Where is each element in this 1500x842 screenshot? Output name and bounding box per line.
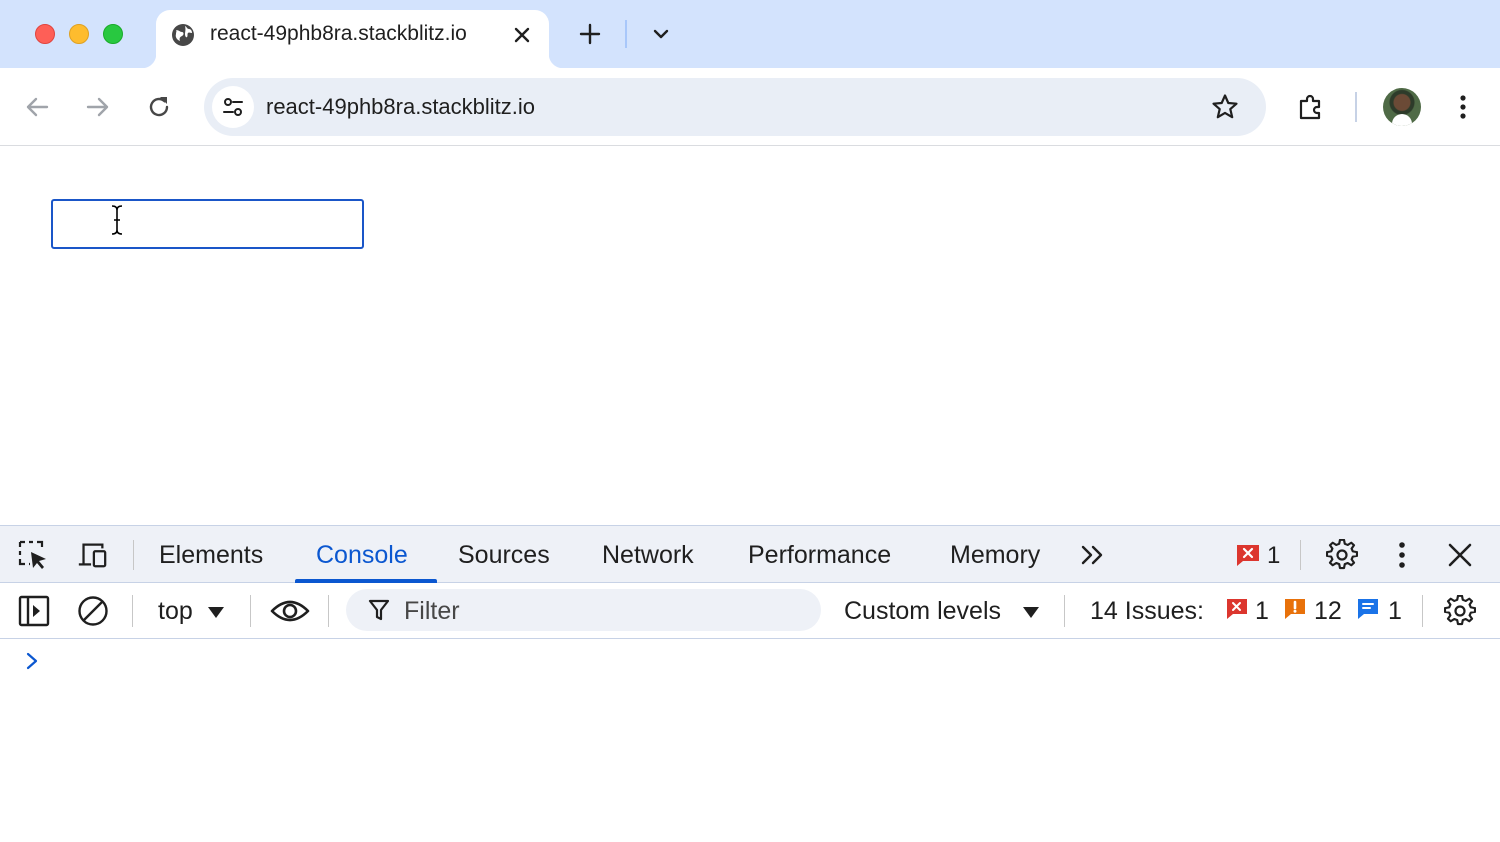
tab-sources[interactable]: Sources bbox=[458, 541, 550, 570]
tab-strip: react-49phb8ra.stackblitz.io bbox=[0, 0, 1500, 68]
issue-warning-count[interactable]: 12 bbox=[1314, 597, 1342, 626]
console-filter-input[interactable]: Filter bbox=[346, 589, 821, 631]
profile-avatar[interactable] bbox=[1383, 88, 1421, 126]
forward-arrow-icon[interactable] bbox=[83, 92, 113, 122]
error-badge-icon[interactable] bbox=[1234, 541, 1262, 569]
clear-console-icon[interactable] bbox=[77, 595, 109, 627]
browser-tab-active[interactable]: react-49phb8ra.stackblitz.io bbox=[142, 10, 563, 68]
close-devtools-icon[interactable] bbox=[1444, 539, 1476, 571]
issue-info-count[interactable]: 1 bbox=[1388, 597, 1402, 626]
issue-error-icon[interactable] bbox=[1225, 597, 1249, 621]
close-icon[interactable] bbox=[510, 23, 534, 47]
execution-context-selector[interactable]: top bbox=[158, 597, 193, 626]
console-toolbar-divider-4 bbox=[1064, 595, 1065, 627]
more-vertical-icon[interactable] bbox=[1448, 92, 1478, 122]
error-badge-count[interactable]: 1 bbox=[1267, 542, 1280, 570]
window-close-button[interactable] bbox=[35, 24, 55, 44]
console-toolbar-divider bbox=[132, 595, 133, 627]
tab-title: react-49phb8ra.stackblitz.io bbox=[210, 22, 467, 45]
issue-warning-icon[interactable] bbox=[1283, 597, 1307, 621]
tab-console[interactable]: Console bbox=[316, 541, 408, 570]
devtools-menu-icon[interactable] bbox=[1386, 539, 1418, 571]
device-toolbar-icon[interactable] bbox=[76, 539, 108, 571]
new-tab-button[interactable] bbox=[577, 21, 603, 47]
console-prompt-chevron-icon[interactable] bbox=[24, 651, 40, 671]
devtools-panel: Elements Console Sources Network Perform… bbox=[0, 525, 1500, 842]
filter-placeholder: Filter bbox=[404, 597, 460, 625]
settings-gear-icon[interactable] bbox=[1326, 539, 1358, 571]
back-arrow-icon[interactable] bbox=[22, 92, 52, 122]
page-viewport bbox=[0, 147, 1500, 525]
browser-toolbar: react-49phb8ra.stackblitz.io bbox=[0, 68, 1500, 146]
issue-info-icon[interactable] bbox=[1356, 597, 1380, 621]
tab-bar-divider bbox=[133, 540, 134, 570]
reload-icon[interactable] bbox=[144, 92, 174, 122]
tab-search-chevron-down-icon[interactable] bbox=[648, 22, 674, 46]
console-settings-gear-icon[interactable] bbox=[1444, 595, 1476, 627]
filter-funnel-icon bbox=[368, 599, 390, 621]
devtools-tab-bar: Elements Console Sources Network Perform… bbox=[0, 525, 1500, 583]
text-input[interactable] bbox=[51, 199, 364, 249]
console-toolbar-divider-2 bbox=[250, 595, 251, 627]
issue-error-count[interactable]: 1 bbox=[1255, 597, 1269, 626]
levels-dropdown-caret-icon[interactable] bbox=[1022, 605, 1040, 619]
text-cursor-ibeam-icon bbox=[111, 205, 123, 235]
window-minimize-button[interactable] bbox=[69, 24, 89, 44]
bookmark-star-icon[interactable] bbox=[1210, 92, 1240, 122]
issues-label[interactable]: 14 Issues: bbox=[1090, 597, 1204, 626]
tab-network[interactable]: Network bbox=[602, 541, 694, 570]
show-sidebar-icon[interactable] bbox=[18, 595, 50, 627]
tab-bar-divider-2 bbox=[1300, 540, 1301, 570]
log-levels-dropdown[interactable]: Custom levels bbox=[844, 597, 1001, 626]
tab-performance[interactable]: Performance bbox=[748, 541, 891, 570]
tab-elements[interactable]: Elements bbox=[159, 541, 263, 570]
tune-icon bbox=[223, 98, 243, 116]
console-toolbar: top Filter Custom levels 14 Issues: 1 12… bbox=[0, 583, 1500, 639]
toolbar-divider bbox=[1355, 92, 1357, 122]
live-expression-eye-icon[interactable] bbox=[270, 595, 310, 627]
console-toolbar-divider-3 bbox=[328, 595, 329, 627]
tab-memory[interactable]: Memory bbox=[950, 541, 1040, 570]
url-text[interactable]: react-49phb8ra.stackblitz.io bbox=[266, 94, 535, 120]
inspect-element-icon[interactable] bbox=[17, 539, 49, 571]
tab-strip-divider bbox=[625, 20, 627, 48]
window-zoom-button[interactable] bbox=[103, 24, 123, 44]
more-tabs-chevron-icon[interactable] bbox=[1078, 540, 1110, 572]
console-toolbar-divider-5 bbox=[1422, 595, 1423, 627]
extensions-puzzle-icon[interactable] bbox=[1296, 92, 1326, 122]
site-info-button[interactable] bbox=[212, 86, 254, 128]
context-dropdown-caret-icon[interactable] bbox=[207, 605, 225, 619]
omnibox[interactable]: react-49phb8ra.stackblitz.io bbox=[204, 78, 1266, 136]
globe-icon bbox=[172, 24, 194, 46]
